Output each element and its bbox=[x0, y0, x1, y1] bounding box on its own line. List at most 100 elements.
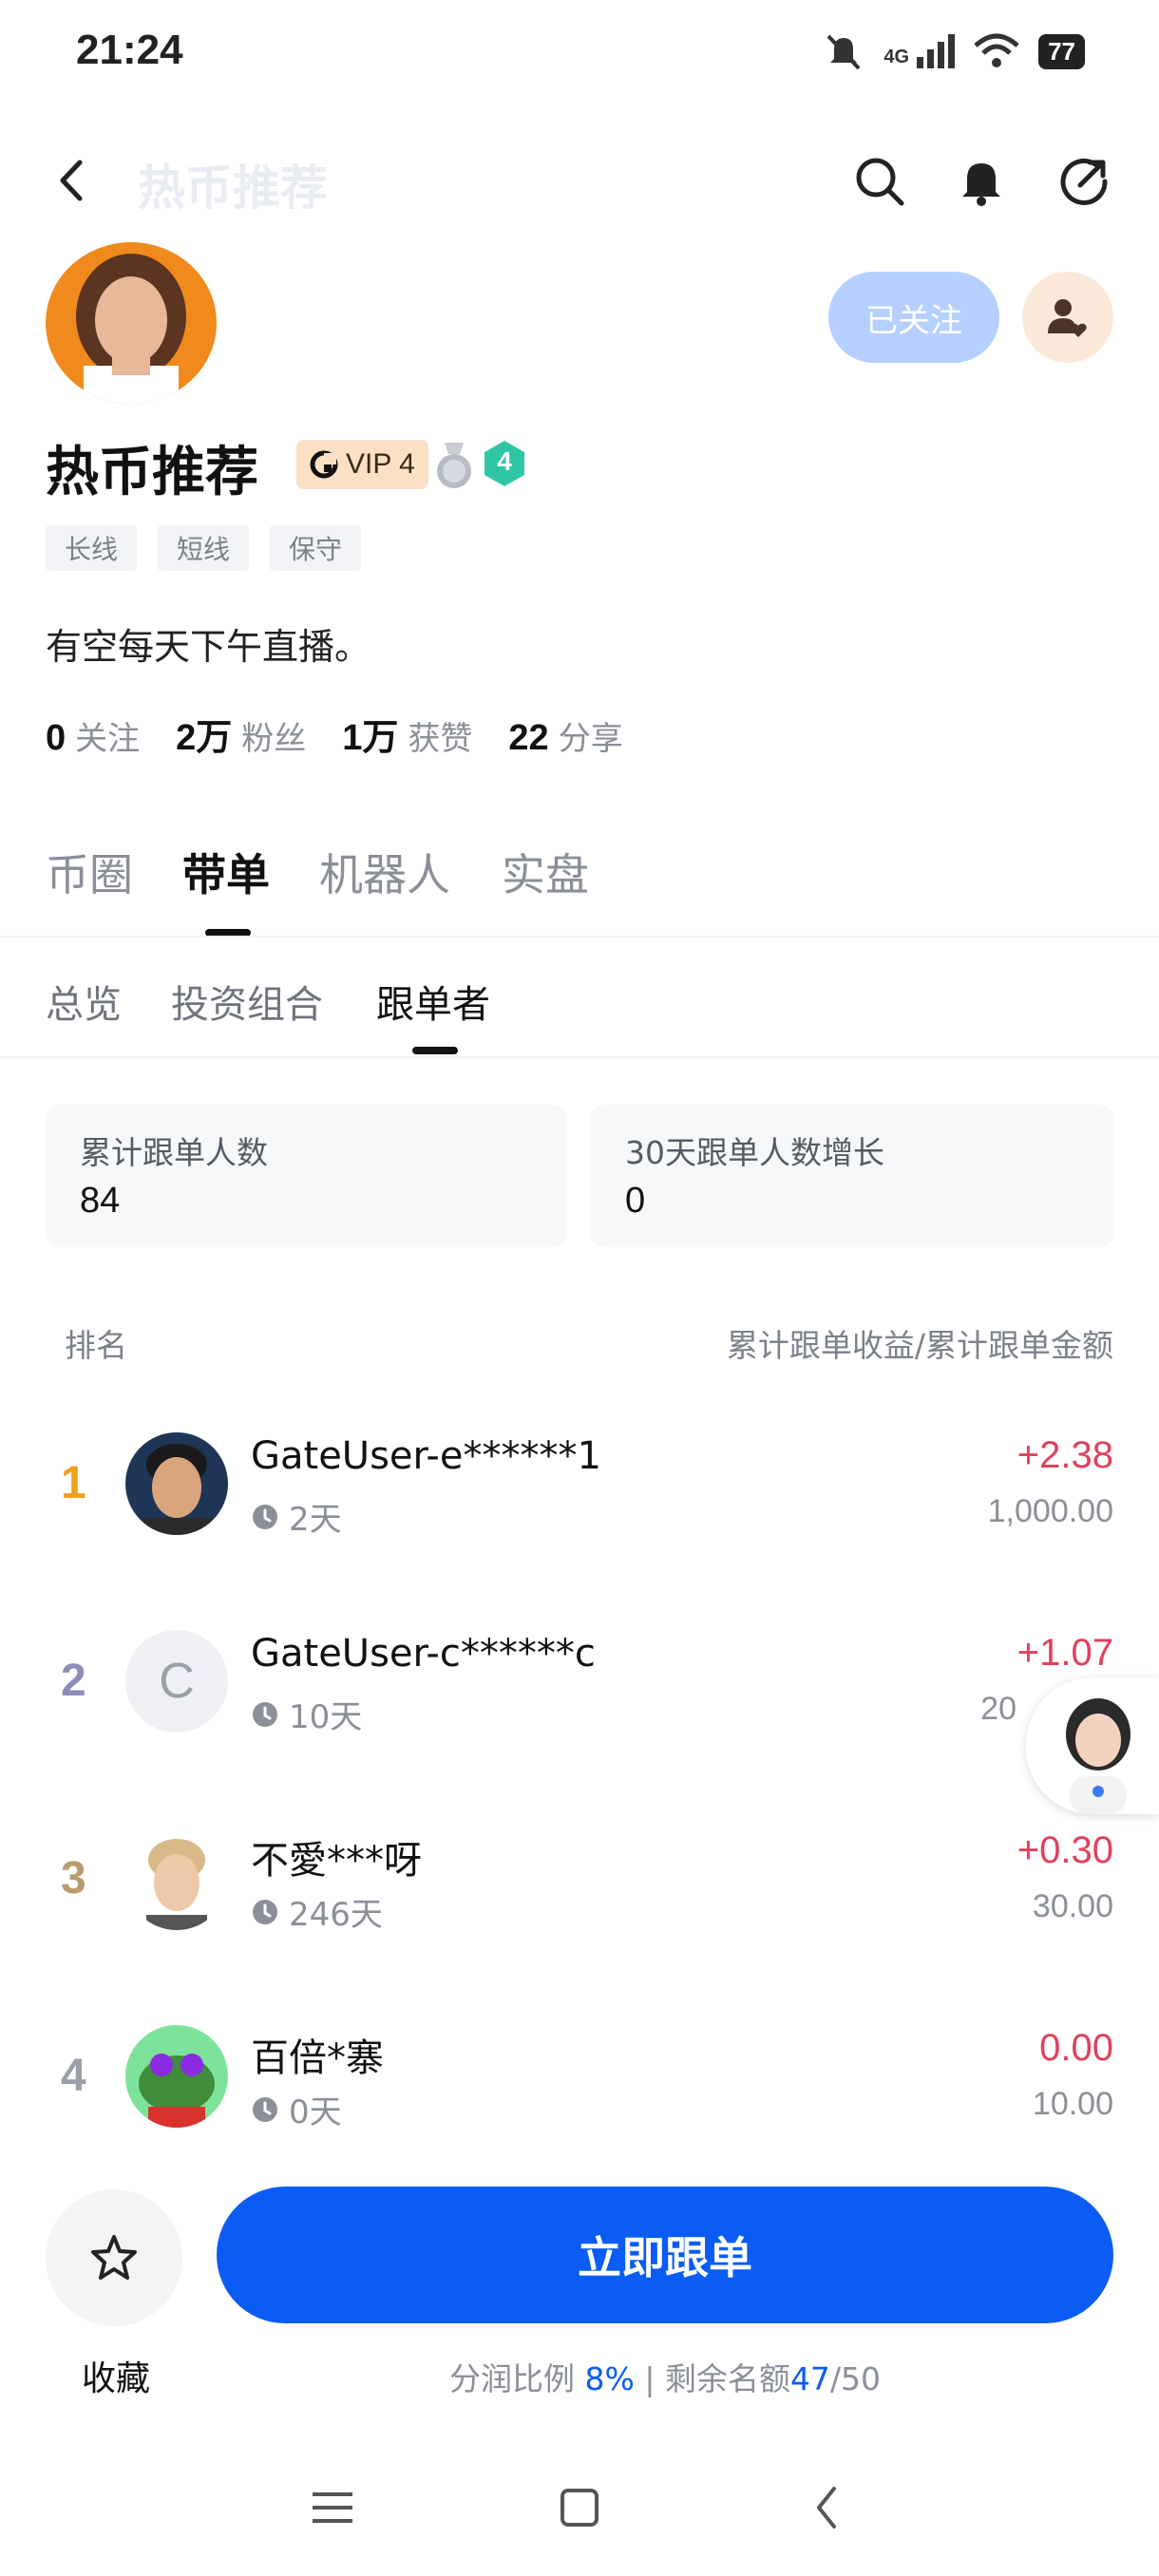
stat-fans-num: 2万 bbox=[176, 718, 233, 758]
tab-live[interactable]: 实盘 bbox=[502, 841, 589, 903]
subtab-followers[interactable]: 跟单者 bbox=[376, 974, 490, 1029]
favorite-label: 收藏 bbox=[82, 2359, 151, 2398]
stat-likes-label: 获赞 bbox=[408, 720, 473, 758]
avatar bbox=[125, 1432, 228, 1535]
nav-title: 热币推荐 bbox=[138, 161, 328, 216]
table-row[interactable]: 4 百倍*寨 0天 0.00 10.00 bbox=[0, 1998, 1159, 2188]
network-type: 4G bbox=[884, 47, 910, 67]
battery-indicator: 77 bbox=[1038, 33, 1085, 69]
back-button[interactable] bbox=[48, 152, 95, 209]
row-amount: 1,000.00 bbox=[987, 1493, 1113, 1529]
row-days-value: 246天 bbox=[289, 1896, 383, 1934]
search-button[interactable] bbox=[850, 152, 909, 211]
favorite-button[interactable] bbox=[46, 2189, 182, 2326]
tab-circle[interactable]: 币圈 bbox=[46, 841, 133, 903]
tab-bots[interactable]: 机器人 bbox=[319, 841, 450, 903]
bell-icon bbox=[962, 163, 1000, 206]
star-icon bbox=[91, 2235, 137, 2280]
vip-level: VIP 4 bbox=[346, 448, 415, 480]
level-number: 4 bbox=[497, 446, 512, 476]
row-rank: 1 bbox=[61, 1458, 86, 1508]
row-rank: 2 bbox=[61, 1656, 86, 1706]
row-name: 百倍*寨 bbox=[251, 2036, 384, 2080]
silver-medal-icon bbox=[433, 441, 475, 494]
row-name: 不愛***呀 bbox=[251, 1839, 422, 1883]
table-row[interactable]: 2 C GateUser-c******c 10天 +1.07 20 bbox=[0, 1603, 1159, 1793]
info-separator: | bbox=[644, 2360, 656, 2397]
row-rank: 4 bbox=[61, 2051, 86, 2101]
status-icons: 4G 77 bbox=[821, 30, 1085, 72]
stat-likes[interactable]: 1万 获赞 bbox=[342, 708, 472, 760]
stat-following-num: 0 bbox=[46, 718, 66, 758]
assistant-avatar-button[interactable] bbox=[1026, 1677, 1159, 1814]
status-time: 21:24 bbox=[76, 27, 183, 73]
menu-icon bbox=[313, 2492, 352, 2523]
bottom-bar-bg bbox=[0, 2161, 1159, 2163]
clock-icon bbox=[253, 1701, 277, 1727]
system-back-button[interactable] bbox=[798, 2479, 855, 2536]
stat-following-label: 关注 bbox=[75, 720, 141, 758]
system-menu-button[interactable] bbox=[304, 2479, 361, 2536]
stat-fans-label: 粉丝 bbox=[241, 720, 307, 758]
clock-icon bbox=[253, 2096, 277, 2122]
card-total-followers-value: 84 bbox=[80, 1181, 121, 1221]
tag-long: 长线 bbox=[46, 525, 138, 571]
clock-icon bbox=[253, 1504, 277, 1529]
clock-icon bbox=[253, 1899, 277, 1924]
row-amount: 10.00 bbox=[1032, 2086, 1113, 2122]
chevron-left-icon bbox=[817, 2487, 836, 2529]
row-days: 246天 bbox=[251, 1888, 383, 1935]
level-badge: 4 bbox=[483, 439, 526, 488]
stat-likes-num: 1万 bbox=[342, 718, 399, 758]
home-square-icon bbox=[560, 2489, 598, 2527]
subtab-overview[interactable]: 总览 bbox=[46, 974, 122, 1029]
share-ratio-label: 分润比例 bbox=[448, 2360, 575, 2397]
share-ratio-value: 8% bbox=[584, 2360, 635, 2397]
remaining-value: 47 bbox=[789, 2360, 830, 2397]
subtab-followers-indicator bbox=[412, 1047, 458, 1054]
row-days-value: 10天 bbox=[289, 1698, 363, 1736]
tag-short: 短线 bbox=[158, 525, 250, 571]
followed-button[interactable]: 已关注 bbox=[828, 272, 999, 363]
subtab-portfolio[interactable]: 投资组合 bbox=[171, 974, 323, 1029]
share-button[interactable] bbox=[1054, 152, 1113, 211]
row-days-value: 2天 bbox=[289, 1501, 342, 1539]
profile-avatar[interactable] bbox=[46, 242, 217, 404]
card-total-followers-label: 累计跟单人数 bbox=[80, 1134, 268, 1171]
gate-logo-icon bbox=[310, 450, 338, 479]
row-profit: 0.00 bbox=[1039, 2027, 1113, 2069]
avatar: C bbox=[125, 1630, 228, 1733]
avatar bbox=[125, 2025, 228, 2128]
search-icon bbox=[856, 158, 904, 206]
cell-signal-icon: 4G bbox=[884, 34, 956, 68]
list-header-rank: 排名 bbox=[65, 1327, 127, 1364]
avatar bbox=[125, 1828, 228, 1930]
follow-settings-button[interactable] bbox=[1022, 272, 1113, 363]
avatar-letter: C bbox=[159, 1654, 195, 1709]
row-name: GateUser-e******1 bbox=[251, 1434, 601, 1478]
row-profit: +2.38 bbox=[1016, 1434, 1113, 1476]
wifi-icon bbox=[974, 33, 1019, 67]
row-amount: 30.00 bbox=[1032, 1888, 1113, 1924]
table-row[interactable]: 3 不愛***呀 246天 +0.30 30.00 bbox=[0, 1801, 1159, 1991]
card-total-followers: 累计跟单人数 84 bbox=[46, 1105, 566, 1247]
subtabs-divider bbox=[0, 1056, 1159, 1058]
stat-fans[interactable]: 2万 粉丝 bbox=[176, 708, 306, 760]
stat-shares-num: 22 bbox=[508, 718, 549, 758]
profile-name: 热币推荐 bbox=[46, 442, 258, 503]
tabs-divider bbox=[0, 936, 1159, 938]
row-days: 0天 bbox=[251, 2086, 342, 2132]
system-home-button[interactable] bbox=[551, 2479, 608, 2536]
remaining-total: /50 bbox=[829, 2360, 882, 2397]
row-profit: +0.30 bbox=[1016, 1829, 1113, 1871]
table-row[interactable]: 1 GateUser-e******1 2天 +2.38 1,000.00 bbox=[0, 1406, 1159, 1596]
stat-shares[interactable]: 22 分享 bbox=[508, 712, 622, 759]
stat-following[interactable]: 0 关注 bbox=[46, 712, 140, 759]
tab-lead-trading[interactable]: 带单 bbox=[182, 841, 270, 903]
profile-bio: 有空每天下午直播。 bbox=[46, 626, 371, 668]
notification-button[interactable] bbox=[952, 152, 1011, 211]
share-icon bbox=[1060, 158, 1108, 205]
cta-info: 分润比例 8% | 剩余名额47/50 bbox=[217, 2354, 1113, 2399]
copy-trade-button[interactable]: 立即跟单 bbox=[217, 2187, 1113, 2323]
card-30d-growth: 30天跟单人数增长 0 bbox=[591, 1105, 1113, 1247]
